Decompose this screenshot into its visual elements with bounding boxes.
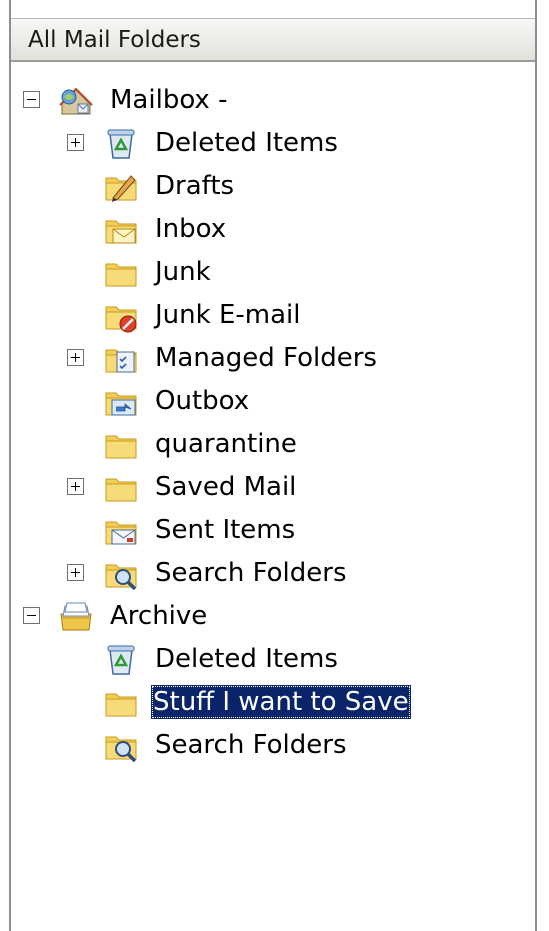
tree-node-mailbox[interactable]: Mailbox - (11, 79, 535, 121)
recycle-bin-icon (107, 645, 135, 675)
folder-icon (105, 693, 137, 717)
collapse-archive-button[interactable] (23, 607, 40, 624)
pane-header: All Mail Folders (11, 18, 535, 62)
tree-node-label: Archive (110, 601, 208, 631)
sent-items-folder-icon (105, 521, 137, 545)
folder-label: Junk (155, 257, 211, 287)
folder-label: Deleted Items (155, 644, 338, 674)
mailbox-icon (59, 87, 93, 115)
folder-search-folders[interactable]: Search Folders (11, 552, 535, 594)
folder-label: Drafts (155, 171, 235, 201)
archive-icon (60, 602, 92, 631)
folder-outbox[interactable]: Outbox (11, 380, 535, 422)
expand-saved-mail-button[interactable] (67, 478, 84, 495)
folder-label: Search Folders (155, 558, 347, 588)
folder-icon (105, 478, 137, 502)
tree-node-label: Mailbox - (110, 85, 228, 115)
all-mail-folders-pane: All Mail Folders Mailbox - Deleted Items (9, 0, 537, 931)
search-folder-icon (105, 736, 137, 763)
recycle-bin-icon (107, 129, 135, 159)
archive-folder-stuff-i-want-to-save[interactable]: Stuff I want to Save (11, 681, 535, 723)
folder-label: Managed Folders (155, 343, 377, 373)
folder-deleted-items[interactable]: Deleted Items (11, 122, 535, 164)
folder-label: Saved Mail (155, 472, 297, 502)
pane-title: All Mail Folders (28, 27, 201, 53)
archive-folder-deleted-items[interactable]: Deleted Items (11, 638, 535, 680)
expand-deleted-items-button[interactable] (67, 134, 84, 151)
folder-sent-items[interactable]: Sent Items (11, 509, 535, 551)
folder-label: Search Folders (155, 730, 347, 760)
tree-node-archive[interactable]: Archive (11, 595, 535, 637)
outbox-folder-icon (105, 392, 137, 416)
folder-label: quarantine (155, 429, 297, 459)
folder-quarantine[interactable]: quarantine (11, 423, 535, 465)
folder-label: Deleted Items (155, 128, 338, 158)
managed-folders-icon (105, 349, 137, 373)
selected-folder-label[interactable]: Stuff I want to Save (151, 685, 411, 719)
search-folder-icon (105, 564, 137, 591)
collapse-mailbox-button[interactable] (23, 91, 40, 108)
folder-junk[interactable]: Junk (11, 251, 535, 293)
folder-junk-email[interactable]: Junk E-mail (11, 294, 535, 336)
expand-managed-folders-button[interactable] (67, 349, 84, 366)
folder-label: Inbox (155, 214, 227, 244)
folder-inbox[interactable]: Inbox (11, 208, 535, 250)
folder-saved-mail[interactable]: Saved Mail (11, 466, 535, 508)
inbox-folder-icon (105, 220, 137, 244)
folder-icon (105, 435, 137, 459)
junk-email-folder-icon (105, 306, 137, 333)
folder-drafts[interactable]: Drafts (11, 165, 535, 207)
folder-label: Junk E-mail (155, 300, 301, 330)
expand-search-folders-button[interactable] (67, 564, 84, 581)
archive-folder-search-folders[interactable]: Search Folders (11, 724, 535, 766)
folder-label: Sent Items (155, 515, 296, 545)
folder-icon (105, 263, 137, 287)
folder-label: Outbox (155, 386, 250, 416)
drafts-folder-icon (105, 175, 137, 202)
folder-managed-folders[interactable]: Managed Folders (11, 337, 535, 379)
